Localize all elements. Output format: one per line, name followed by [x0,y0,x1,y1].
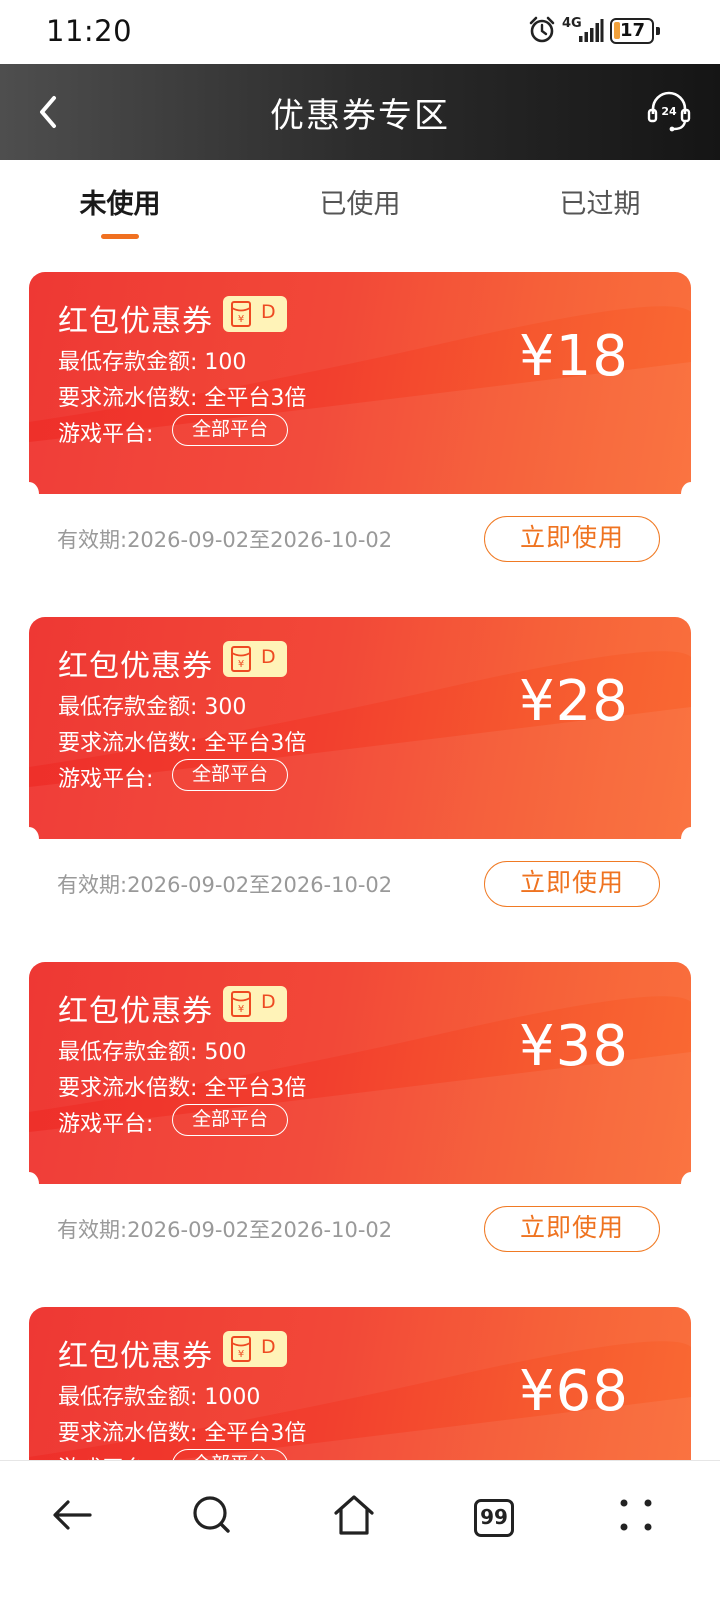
coupon-footer: 有效期:2026-09-02至2026-10-02 立即使用 [0,1184,720,1284]
coupon-item: 红包优惠券 ¥ D 最低存款金额: 300 要求流水倍数: 全平台3倍 游戏平台… [0,617,720,962]
battery-level: 17 [620,20,646,41]
signal-icon [579,19,604,42]
red-envelope-icon: ¥ [231,301,251,327]
badge-letter: D [261,646,276,668]
red-envelope-icon: ¥ [231,646,251,672]
svg-text:¥: ¥ [238,1349,244,1360]
use-now-button[interactable]: 立即使用 [484,861,660,907]
coupon-badge: ¥ D [223,1331,287,1367]
red-envelope-icon: ¥ [231,1336,251,1362]
back-arrow-icon[interactable] [48,1491,96,1539]
status-time: 11:20 [46,14,133,48]
coupon-footer: 有效期:2026-09-02至2026-10-02 立即使用 [0,839,720,939]
alarm-icon [529,16,555,43]
coupon-badge: ¥ D [223,986,287,1022]
battery-icon: 17 [610,18,660,44]
coupon-amount: ¥68 [519,1359,629,1424]
status-bar: 11:20 4G 17 [0,0,720,64]
app-header: 优惠券专区 24 [0,64,720,160]
coupon-footer: 有效期:2026-09-02至2026-10-02 立即使用 [0,494,720,594]
turnover-requirement: 要求流水倍数: 全平台3倍 [58,1076,307,1101]
validity-period: 有效期:2026-09-02至2026-10-02 [57,1218,393,1242]
coupon-amount: ¥28 [519,669,629,734]
min-deposit: 最低存款金额: 500 [58,1040,247,1065]
battery-cap [656,27,660,35]
home-icon[interactable] [330,1491,378,1539]
coupon-name: 红包优惠券 [58,304,213,339]
bottom-navigation: 99 [0,1460,720,1600]
svg-text:24: 24 [661,105,677,118]
svg-text:¥: ¥ [238,314,244,325]
min-deposit: 最低存款金额: 300 [58,695,247,720]
validity-period: 有效期:2026-09-02至2026-10-02 [57,528,393,552]
platform-tag: 全部平台 [172,759,288,791]
use-now-button[interactable]: 立即使用 [484,1206,660,1252]
search-icon[interactable] [188,1491,236,1539]
badge-letter: D [261,301,276,323]
tabs-count: 99 [474,1499,514,1537]
tab-active-indicator [101,234,139,239]
badge-letter: D [261,991,276,1013]
validity-period: 有效期:2026-09-02至2026-10-02 [57,873,393,897]
coupon-badge: ¥ D [223,296,287,332]
more-icon[interactable] [612,1491,660,1539]
platform-label: 游戏平台: [58,767,154,792]
coupon-amount: ¥18 [519,324,629,389]
use-now-button[interactable]: 立即使用 [484,516,660,562]
support-24h-icon[interactable]: 24 [646,88,692,134]
coupon-item: 红包优惠券 ¥ D 最低存款金额: 100 要求流水倍数: 全平台3倍 游戏平台… [0,272,720,617]
coupon-card: 红包优惠券 ¥ D 最低存款金额: 100 要求流水倍数: 全平台3倍 游戏平台… [29,272,691,494]
coupon-card: 红包优惠券 ¥ D 最低存款金额: 500 要求流水倍数: 全平台3倍 游戏平台… [29,962,691,1184]
red-envelope-icon: ¥ [231,991,251,1017]
platform-label: 游戏平台: [58,1112,154,1137]
page-title: 优惠券专区 [270,96,450,136]
badge-letter: D [261,1336,276,1358]
coupon-name: 红包优惠券 [58,649,213,684]
platform-tag: 全部平台 [172,1104,288,1136]
turnover-requirement: 要求流水倍数: 全平台3倍 [58,1421,307,1446]
coupon-list: 红包优惠券 ¥ D 最低存款金额: 100 要求流水倍数: 全平台3倍 游戏平台… [0,272,720,1600]
coupon-tabs: 未使用 已使用 已过期 [0,160,720,260]
min-deposit: 最低存款金额: 100 [58,350,247,375]
svg-text:¥: ¥ [238,659,244,670]
coupon-item: 红包优惠券 ¥ D 最低存款金额: 500 要求流水倍数: 全平台3倍 游戏平台… [0,962,720,1307]
tabs-icon[interactable]: 99 [470,1491,518,1539]
coupon-name: 红包优惠券 [58,994,213,1029]
min-deposit: 最低存款金额: 1000 [58,1385,261,1410]
coupon-badge: ¥ D [223,641,287,677]
tab-used[interactable]: 已使用 [260,182,460,221]
turnover-requirement: 要求流水倍数: 全平台3倍 [58,386,307,411]
coupon-amount: ¥38 [519,1014,629,1079]
platform-tag: 全部平台 [172,414,288,446]
platform-label: 游戏平台: [58,422,154,447]
turnover-requirement: 要求流水倍数: 全平台3倍 [58,731,307,756]
tab-unused[interactable]: 未使用 [20,182,220,221]
tab-expired[interactable]: 已过期 [500,182,700,221]
coupon-name: 红包优惠券 [58,1339,213,1374]
svg-text:¥: ¥ [238,1004,244,1015]
coupon-card: 红包优惠券 ¥ D 最低存款金额: 300 要求流水倍数: 全平台3倍 游戏平台… [29,617,691,839]
